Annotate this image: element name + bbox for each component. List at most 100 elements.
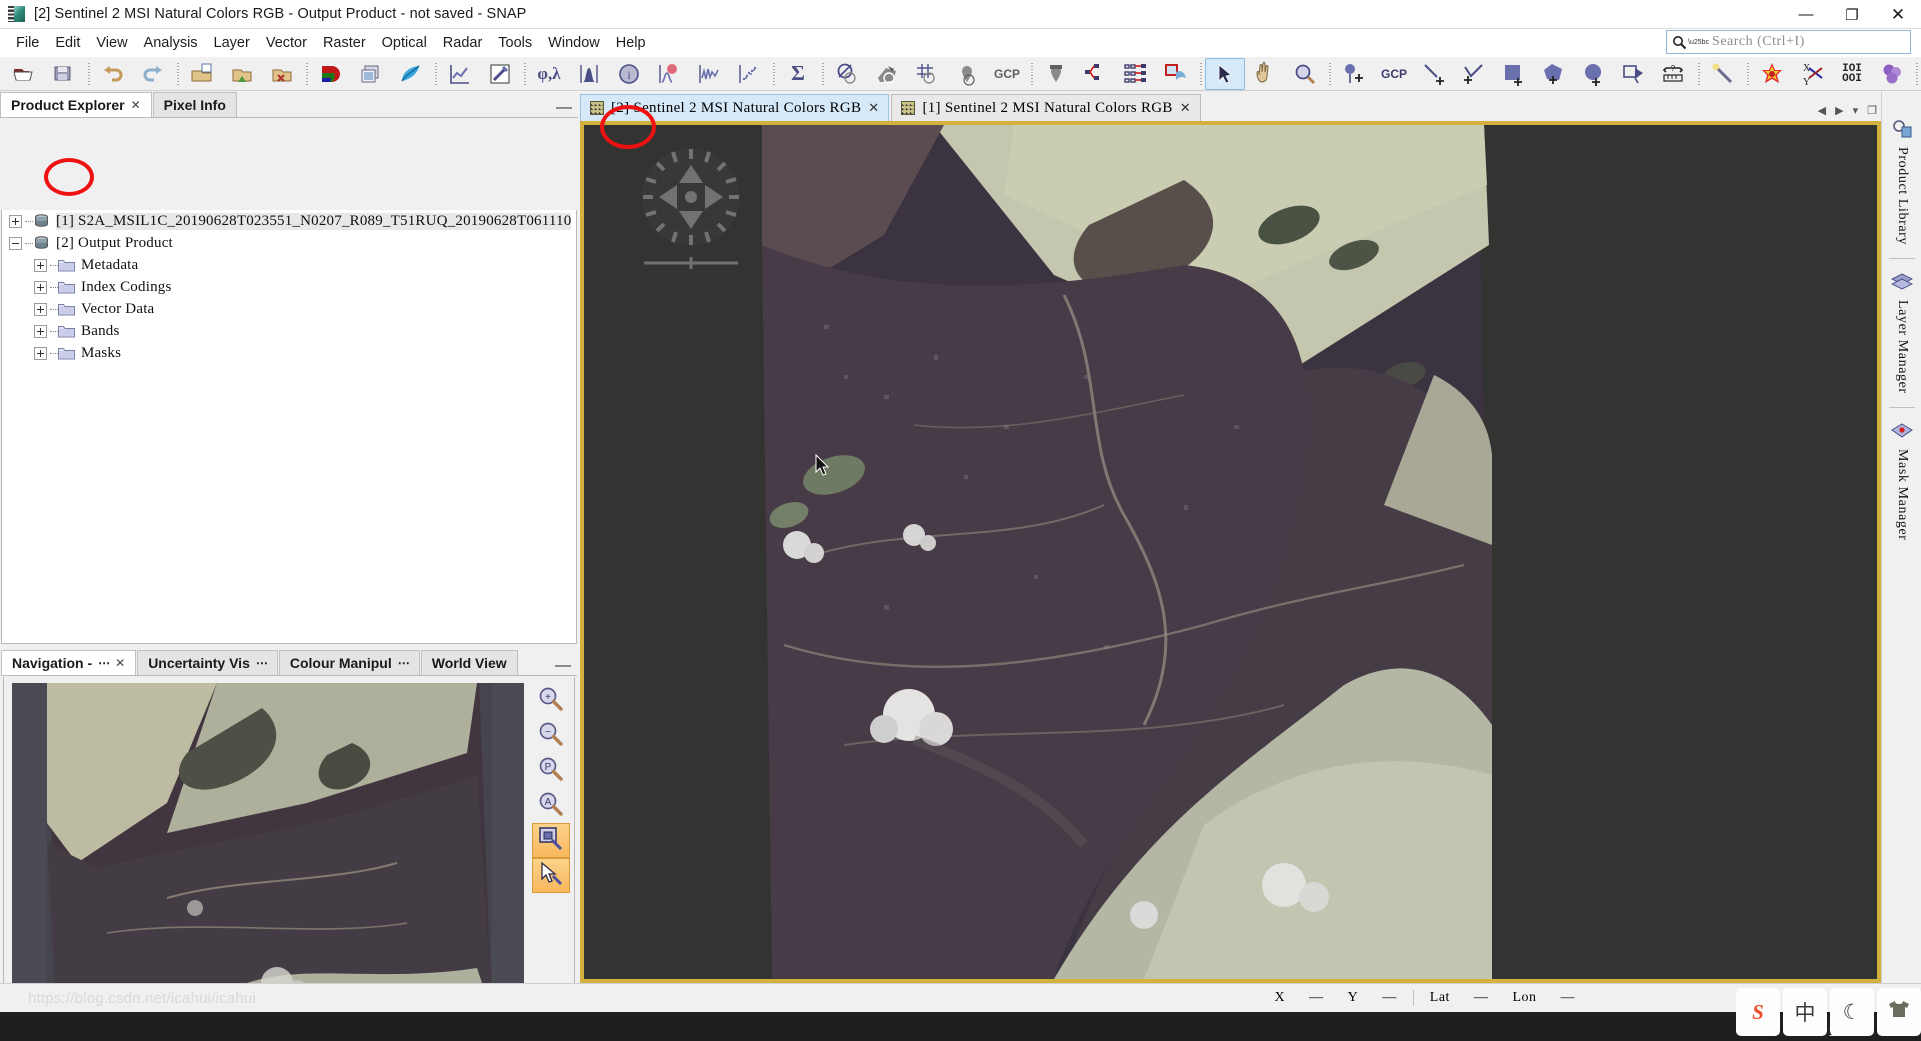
redo-button[interactable]	[133, 58, 173, 90]
image-canvas[interactable]	[584, 125, 1877, 979]
pin-overlay-button[interactable]	[947, 58, 987, 90]
pin-placing-tool-button[interactable]	[1334, 58, 1374, 90]
product-explorer-tree[interactable]: [1] S2A_MSIL1C_20190628T023551_N0207_R08…	[1, 210, 577, 644]
rgb-image-view-button[interactable]	[311, 58, 351, 90]
document-tab-1[interactable]: [2] Sentinel 2 MSI Natural Colors RGB ✕	[580, 94, 890, 121]
phase-lambda-button[interactable]: φ,λ	[529, 58, 569, 90]
colour-star-button[interactable]	[1752, 58, 1792, 90]
image-view-button[interactable]	[351, 58, 391, 90]
menu-help[interactable]: Help	[608, 32, 654, 54]
expand-icon[interactable]	[34, 346, 47, 360]
tray-chinese-mode[interactable]: 中	[1783, 988, 1827, 1036]
maximize-view-icon[interactable]: ❐	[1867, 104, 1877, 117]
sum-button[interactable]: Σ	[778, 58, 818, 90]
graticule-overlay-button[interactable]	[907, 58, 947, 90]
sync-views-button[interactable]	[532, 823, 570, 858]
subset-button[interactable]	[1156, 58, 1196, 90]
zoom-out-button[interactable]: −	[532, 718, 570, 753]
sync-cursors-button[interactable]	[532, 858, 570, 893]
left-dock-tab-product-explorer[interactable]: Product Explorer ✕	[0, 92, 152, 117]
navigation-minimize-button[interactable]: —	[555, 658, 571, 674]
pan-tool-button[interactable]	[1245, 58, 1285, 90]
scroll-right-icon[interactable]: ▶	[1835, 104, 1843, 117]
gcp-placing-tool-button[interactable]: GCP	[1374, 58, 1414, 90]
close-session-button[interactable]	[262, 58, 302, 90]
ellipse-drawing-tool-button[interactable]	[1574, 58, 1614, 90]
tray-moon[interactable]: ☾	[1830, 988, 1874, 1036]
menu-raster[interactable]: Raster	[315, 32, 374, 54]
statistics-button[interactable]	[649, 58, 689, 90]
rectangle-drawing-tool-button[interactable]	[1494, 58, 1534, 90]
search-input-placeholder[interactable]: Search (Ctrl+I)	[1712, 34, 1805, 50]
magic-wand-button[interactable]	[1703, 58, 1743, 90]
information-button[interactable]: i	[609, 58, 649, 90]
tree-node[interactable]: Masks	[2, 342, 576, 364]
collapse-icon[interactable]	[9, 236, 22, 250]
menu-tools[interactable]: Tools	[490, 32, 540, 54]
range-finder-button[interactable]: ?	[1654, 58, 1694, 90]
batch-processing-button[interactable]	[1116, 58, 1156, 90]
save-session-button[interactable]	[222, 58, 262, 90]
menu-file[interactable]: File	[8, 32, 47, 54]
navigation-tab-uncertainty-vis[interactable]: Uncertainty Vis ⋯	[137, 650, 278, 675]
menu-vector[interactable]: Vector	[258, 32, 315, 54]
polygon-drawing-tool-button[interactable]	[1534, 58, 1574, 90]
pin-manager-button[interactable]	[1036, 58, 1076, 90]
xy-plot-button[interactable]: XY	[1792, 58, 1832, 90]
save-product-button[interactable]	[44, 58, 84, 90]
tray-skin[interactable]	[1877, 988, 1921, 1036]
navigation-tab-world-view[interactable]: World View	[420, 650, 518, 675]
selection-tool-button[interactable]	[1205, 57, 1245, 90]
menu-edit[interactable]: Edit	[47, 32, 88, 54]
minimize-button[interactable]: —	[1783, 0, 1829, 29]
colour-manipulation-button[interactable]	[480, 58, 520, 90]
line-drawing-tool-button[interactable]	[1414, 58, 1454, 90]
scroll-left-icon[interactable]: ◀	[1818, 104, 1826, 117]
tab-list-icon[interactable]: ▾	[1853, 104, 1859, 117]
expand-icon[interactable]	[34, 258, 47, 272]
menu-radar[interactable]: Radar	[435, 32, 491, 54]
tree-node[interactable]: [1] S2A_MSIL1C_20190628T023551_N0207_R08…	[2, 210, 576, 232]
binary-button[interactable]: IOI OOI	[1832, 58, 1872, 90]
image-view-frame[interactable]	[580, 121, 1881, 983]
search-box[interactable]: \u25bc Search (Ctrl+I)	[1666, 30, 1911, 54]
maximize-button[interactable]: ❐	[1829, 0, 1875, 29]
zoom-all-button[interactable]: A	[532, 788, 570, 823]
polyline-drawing-tool-button[interactable]	[1454, 58, 1494, 90]
tray-sogou-input[interactable]: S	[1736, 988, 1780, 1036]
correlative-plot-button[interactable]	[689, 58, 729, 90]
menu-layer[interactable]: Layer	[206, 32, 258, 54]
no-data-button[interactable]	[827, 58, 867, 90]
zoom-in-button[interactable]: +	[532, 683, 570, 718]
expand-icon[interactable]	[9, 214, 22, 228]
menu-optical[interactable]: Optical	[374, 32, 435, 54]
left-dock-minimize-button[interactable]: —	[556, 100, 572, 116]
geo-coding-button[interactable]	[867, 58, 907, 90]
graph-builder-button[interactable]	[1076, 58, 1116, 90]
tree-node[interactable]: Metadata	[2, 254, 576, 276]
menu-window[interactable]: Window	[540, 32, 608, 54]
right-sidebar-item-layer-manager[interactable]: Layer Manager	[1882, 263, 1921, 403]
tree-node[interactable]: Index Codings	[2, 276, 576, 298]
left-dock-tab-pixel-info[interactable]: Pixel Info	[152, 92, 237, 117]
document-tab-2[interactable]: [1] Sentinel 2 MSI Natural Colors RGB ✕	[891, 94, 1201, 121]
menu-analysis[interactable]: Analysis	[136, 32, 206, 54]
navigation-thumbnail[interactable]	[12, 683, 524, 1028]
gcp-overlay-button[interactable]: GCP	[987, 58, 1027, 90]
close-icon[interactable]: ✕	[131, 98, 141, 112]
expand-icon[interactable]	[34, 280, 47, 294]
search-dropdown-caret-icon[interactable]: \u25bc	[1688, 39, 1709, 46]
navigation-tab-colour-manipul[interactable]: Colour Manipul ⋯	[278, 650, 420, 675]
right-sidebar-item-mask-manager[interactable]: Mask Manager	[1882, 412, 1921, 550]
expand-icon[interactable]	[34, 324, 47, 338]
scatter-plot-button[interactable]	[729, 58, 769, 90]
expand-icon[interactable]	[34, 302, 47, 316]
close-button[interactable]: ✕	[1875, 0, 1921, 29]
undo-button[interactable]	[93, 58, 133, 90]
close-icon[interactable]: ✕	[1180, 100, 1191, 116]
open-product-button[interactable]	[4, 58, 44, 90]
wms-button[interactable]	[391, 58, 431, 90]
zoom-tool-button[interactable]	[1285, 58, 1325, 90]
profile-plot-button[interactable]	[440, 58, 480, 90]
histogram-button[interactable]	[569, 58, 609, 90]
